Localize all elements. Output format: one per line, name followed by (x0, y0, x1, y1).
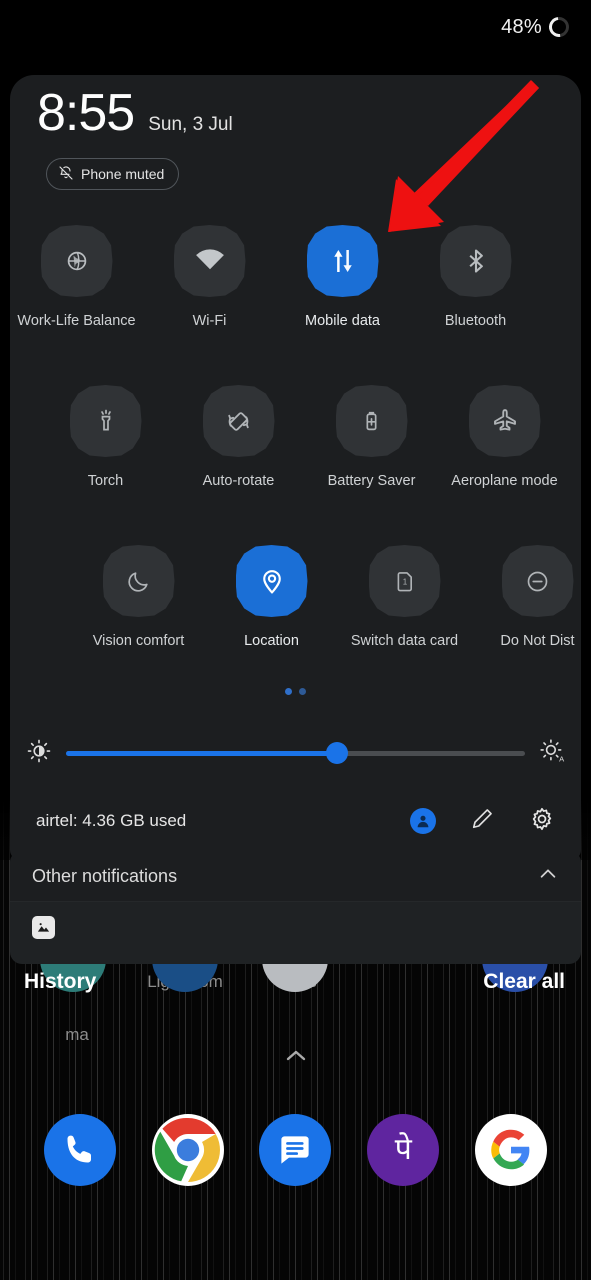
qs-tile-mobile-data[interactable]: Mobile data (276, 225, 409, 345)
qs-tile-label: Aeroplane mode (451, 473, 558, 489)
qs-tile-battery-saver[interactable]: Battery Saver (305, 385, 438, 505)
bluetooth-icon (439, 225, 512, 297)
google-icon[interactable] (475, 1114, 548, 1186)
qs-tile-auto-rotate[interactable]: Auto-rotate (172, 385, 305, 505)
auto-rotate-icon (202, 385, 275, 457)
dock: पे (0, 1105, 591, 1195)
brightness-auto-icon[interactable]: A (539, 738, 565, 769)
moon-icon (102, 545, 175, 617)
battery-percent-label: 48% (501, 15, 542, 38)
phone-muted-chip[interactable]: Phone muted (46, 158, 180, 190)
battery-saver-icon (335, 385, 408, 457)
qs-tile-work-life-balance[interactable]: Work-Life Balance (10, 225, 143, 345)
messages-icon[interactable] (259, 1114, 332, 1186)
app-label-second-row[interactable]: ma (12, 1025, 142, 1045)
footer-actions (410, 806, 555, 837)
brightness-low-icon (26, 738, 52, 769)
quick-settings-panel: 8:55 Sun, 3 Jul Phone muted Work-Life Ba… (10, 75, 581, 860)
notifications-section: Other notifications (10, 852, 581, 972)
clock-row: 8:55 Sun, 3 Jul (37, 87, 233, 139)
qs-tile-do-not-disturb[interactable]: Do Not Dist (471, 545, 581, 665)
qs-tile-location[interactable]: Location (205, 545, 338, 665)
qs-tile-label: Torch (87, 473, 124, 489)
qs-tile-label: Wi-Fi (192, 313, 227, 329)
phone-muted-label: Phone muted (81, 166, 165, 182)
qs-tile-label: Mobile data (305, 313, 380, 329)
qs-tile-label: Do Not Dist (500, 633, 575, 649)
qs-tile-row-1: Work-Life Balance Wi-Fi Mobile data Blue… (10, 225, 581, 345)
phonepe-icon[interactable]: पे (367, 1114, 440, 1186)
aeroplane-icon (468, 385, 541, 457)
quick-settings-footer: airtel: 4.36 GB used (10, 790, 581, 852)
sim-card-icon: 1 (368, 545, 441, 617)
qs-tile-label: Work-Life Balance (17, 313, 136, 329)
do-not-disturb-icon (501, 545, 574, 617)
qs-tile-label: Bluetooth (444, 313, 507, 329)
settings-gear-icon[interactable] (529, 806, 555, 837)
qs-tile-row-2: Torch Auto-rotate Battery Saver Aeroplan… (39, 385, 581, 505)
qs-tile-label: Location (244, 633, 299, 649)
qs-tile-label: Switch data card (350, 633, 459, 649)
battery-ring-icon (544, 12, 574, 42)
brightness-slider-thumb[interactable] (325, 742, 348, 764)
brightness-slider-fill (66, 750, 337, 756)
qs-tile-vision-comfort[interactable]: Vision comfort (72, 545, 205, 665)
history-button[interactable]: History (24, 970, 96, 994)
clear-all-button[interactable]: Clear all (483, 970, 565, 994)
qs-tile-aeroplane-mode[interactable]: Aeroplane mode (438, 385, 571, 505)
clock-date[interactable]: Sun, 3 Jul (148, 114, 233, 136)
clock-time[interactable]: 8:55 (37, 87, 135, 139)
qs-tile-wifi[interactable]: Wi-Fi (143, 225, 276, 345)
qs-tile-bluetooth[interactable]: Bluetooth (409, 225, 542, 345)
work-life-balance-icon (40, 225, 113, 297)
notifications-section-title: Other notifications (32, 866, 178, 886)
qs-tile-switch-data-card[interactable]: 1 Switch data card (338, 545, 471, 665)
chevron-up-icon[interactable] (537, 863, 559, 890)
brightness-slider-row: A (10, 725, 581, 781)
location-pin-icon (235, 545, 308, 617)
mobile-data-icon (306, 225, 379, 297)
notification-item[interactable] (10, 902, 581, 964)
page-dot-1[interactable] (285, 688, 292, 695)
page-indicator (10, 688, 581, 695)
brightness-slider[interactable] (66, 742, 525, 764)
qs-tile-label: Auto-rotate (202, 473, 275, 489)
qs-tile-row-3: Vision comfort Location 1 Switch data ca… (72, 545, 581, 665)
phonepe-glyph: पे (394, 1133, 412, 1166)
qs-tile-torch[interactable]: Torch (39, 385, 172, 505)
svg-text:1: 1 (402, 578, 407, 587)
svg-text:A: A (559, 754, 565, 763)
qs-tile-label: Vision comfort (92, 633, 185, 649)
torch-icon (69, 385, 142, 457)
image-icon (32, 916, 55, 939)
bell-muted-icon (58, 165, 74, 184)
app-drawer-handle[interactable] (281, 1046, 311, 1071)
user-account-icon[interactable] (410, 808, 436, 834)
phone-icon[interactable] (43, 1114, 116, 1186)
carrier-data-usage-label[interactable]: airtel: 4.36 GB used (36, 811, 410, 831)
edit-pencil-icon[interactable] (470, 806, 495, 836)
page-dot-2[interactable] (299, 688, 306, 695)
status-bar: 48% (0, 0, 591, 54)
chrome-icon[interactable] (151, 1114, 224, 1186)
qs-tile-label: Battery Saver (327, 473, 416, 489)
wifi-icon (173, 225, 246, 297)
